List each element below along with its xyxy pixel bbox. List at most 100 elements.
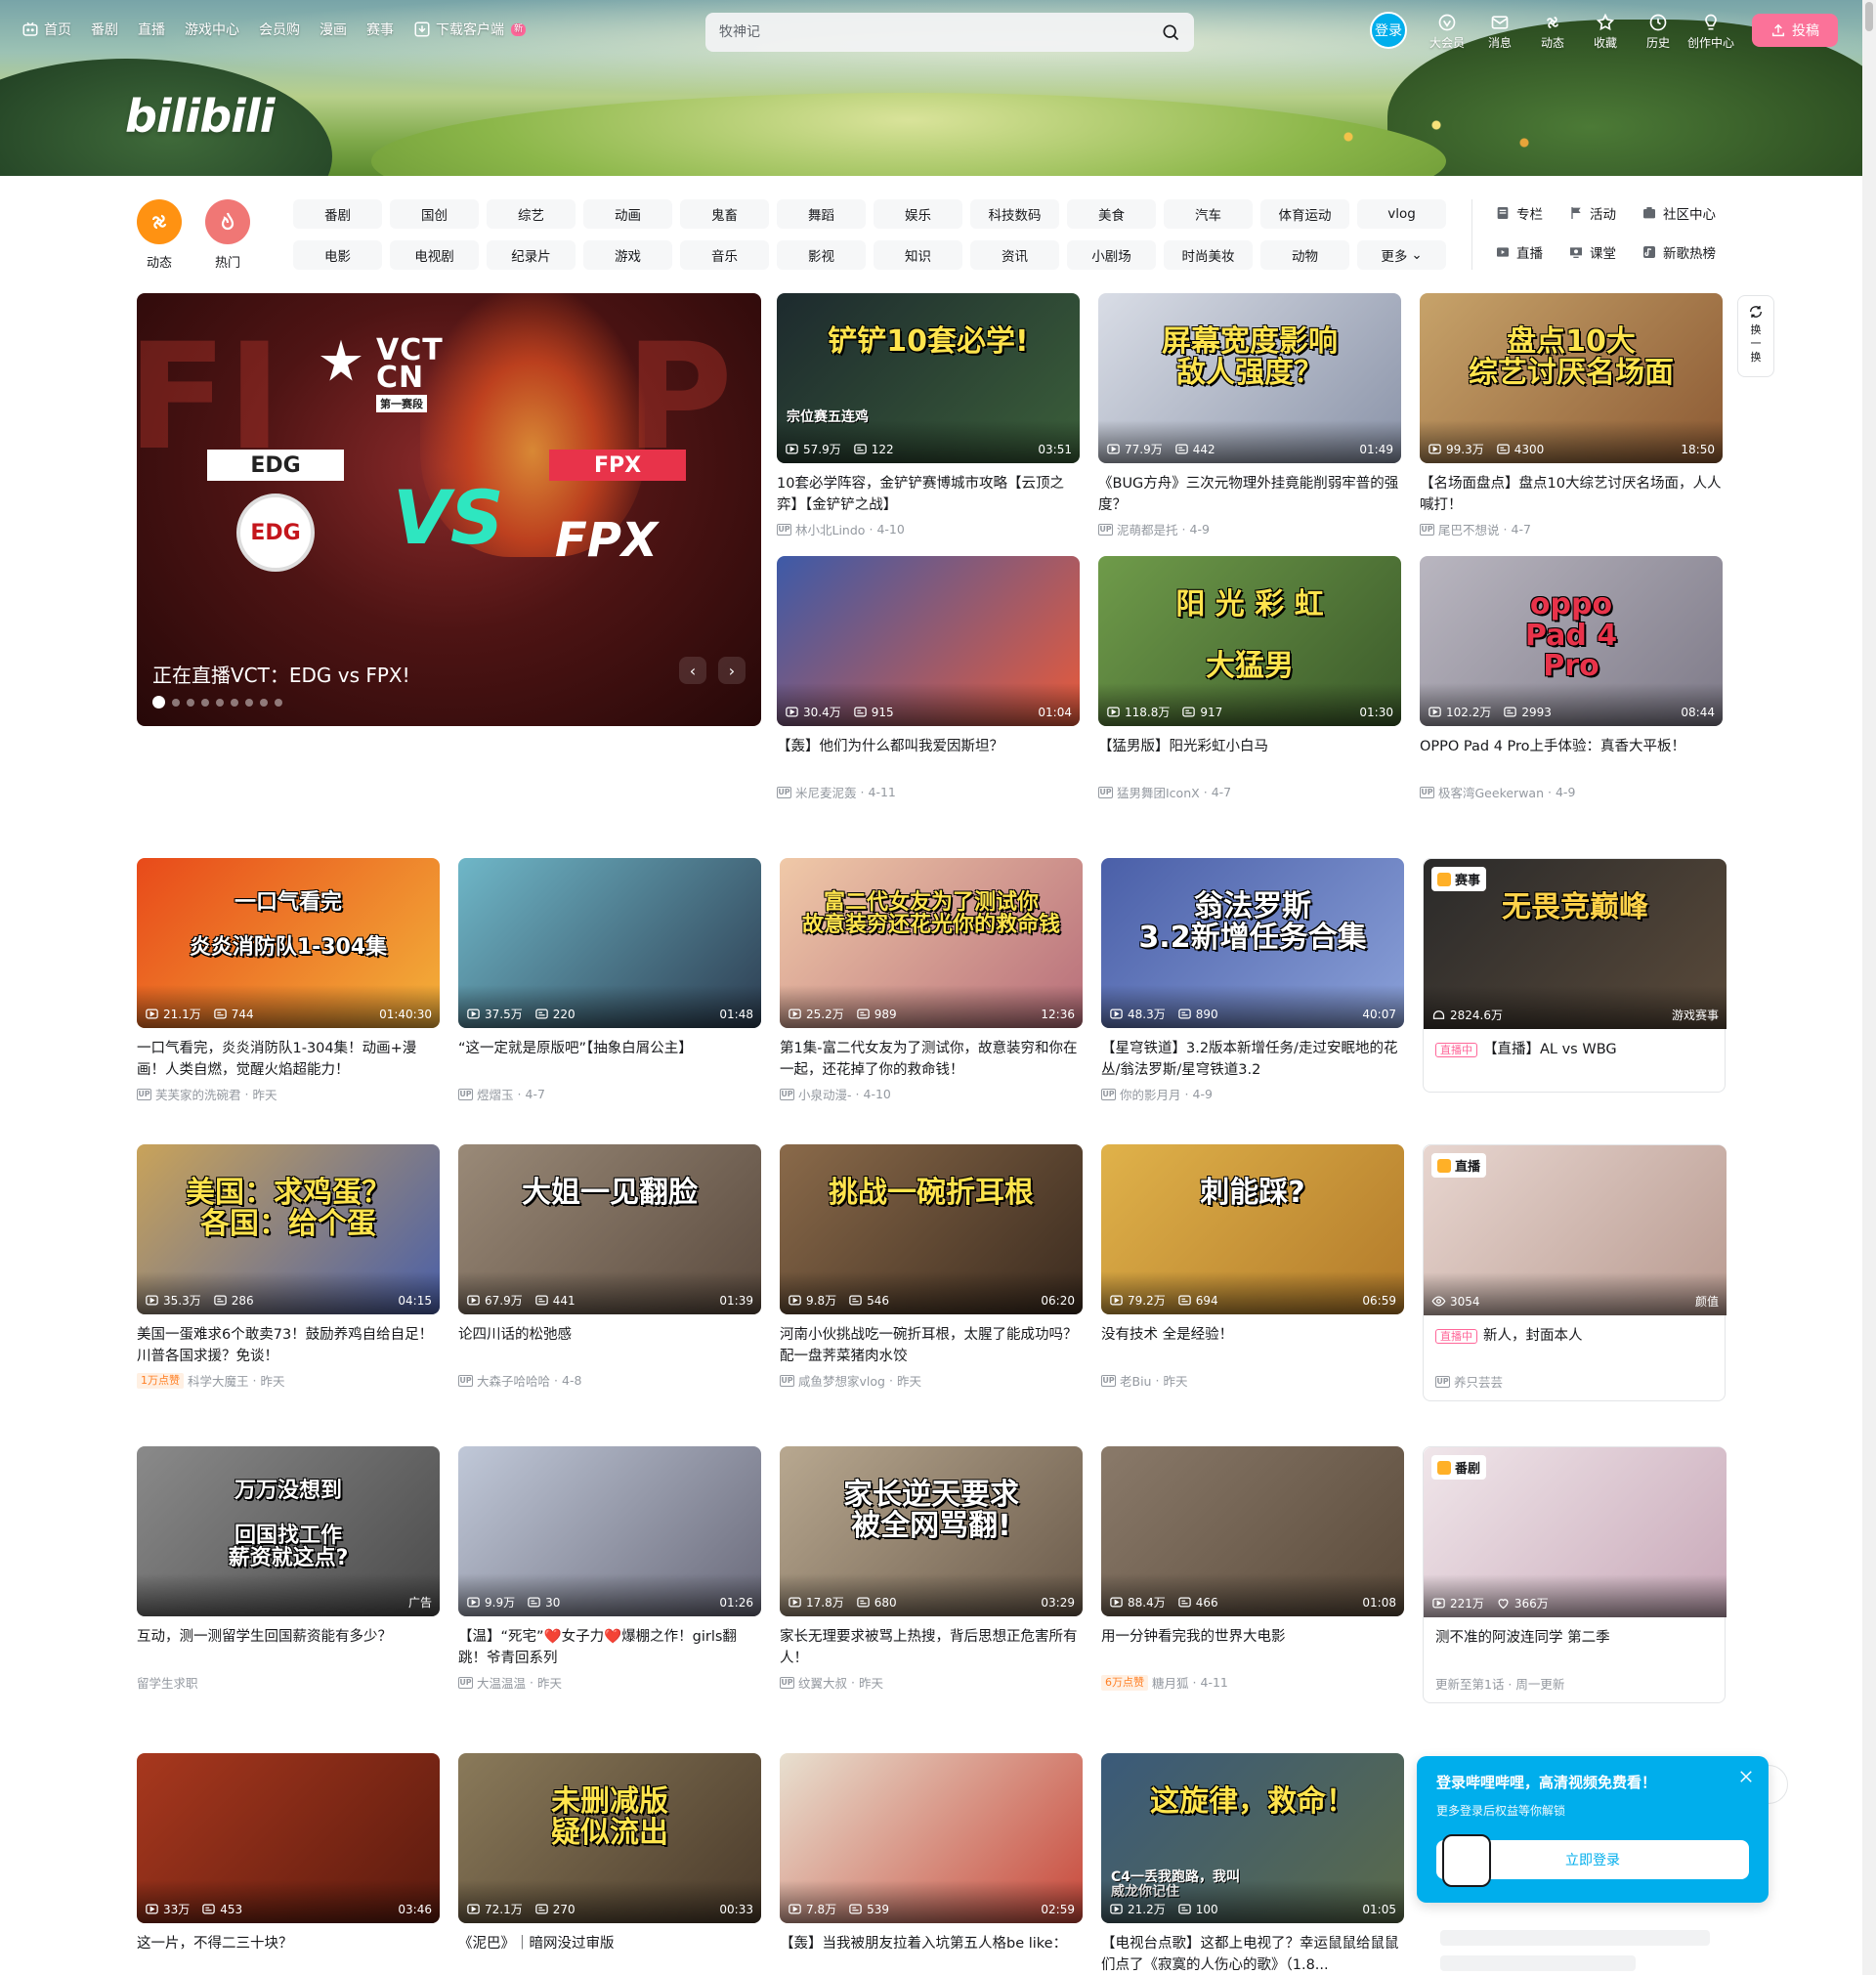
refresh-button[interactable]: 换一换	[1737, 295, 1774, 377]
video-thumbnail[interactable]: 刺能踩? 79.2万 694 06:59	[1101, 1144, 1404, 1314]
video-card[interactable]: 挑战一碗折耳根 9.8万 546 06:20 河南小伙挑战吃一碗折耳根，太腥了能成功吗？…	[780, 1144, 1083, 1390]
channel-item[interactable]: 舞蹈	[777, 199, 866, 229]
video-card[interactable]: 无畏竞巅峰 赛事 2824.6万 游戏赛事 直播中 【直播】AL vs WBG	[1423, 858, 1727, 1093]
video-thumbnail[interactable]: 30.4万 915 01:04	[777, 556, 1080, 726]
video-thumbnail[interactable]: 无畏竞巅峰 赛事 2824.6万 游戏赛事	[1424, 859, 1727, 1029]
video-title[interactable]: 河南小伙挑战吃一碗折耳根，太腥了能成功吗？配一盘荠菜猪肉水饺	[780, 1324, 1083, 1367]
uploader-name[interactable]: 芙芙家的洗碗君	[155, 1085, 241, 1103]
channel-item[interactable]: 动物	[1260, 240, 1349, 270]
carousel-title[interactable]: 正在直播VCT：EDG vs FPX!	[152, 660, 410, 688]
video-title[interactable]: 没有技术 全是经验！	[1101, 1324, 1404, 1367]
video-thumbnail[interactable]: 阳 光 彩 虹 大猛男 118.8万 917 01:30	[1098, 556, 1401, 726]
uploader-name[interactable]: 小泉动漫-	[798, 1085, 852, 1103]
channel-item[interactable]: 游戏	[583, 240, 672, 270]
upload-button[interactable]: 投稿	[1752, 14, 1838, 47]
video-card[interactable]: 翁法罗斯 3.2新增任务合集 48.3万 890 40:07 【星穹铁道】3.2版本新增…	[1101, 858, 1404, 1103]
video-thumbnail[interactable]: 一口气看完 炎炎消防队1-304集 21.1万 744 01:40:30	[137, 858, 440, 1028]
uploader-name[interactable]: 咸鱼梦想家vlog	[798, 1371, 885, 1390]
video-card[interactable]: 番剧 221万 366万 测不准的阿波连同学 第二季 更新至第1话 · 周一更新	[1423, 1446, 1727, 1703]
video-title[interactable]: “这一定就是原版吧”【抽象白屑公主】	[458, 1038, 761, 1081]
channel-item[interactable]: 动画	[583, 199, 672, 229]
video-card[interactable]: 这旋律，救命！C4一丢我跑路，我叫 威龙你记住21.2万10001:05【电视台…	[1101, 1753, 1404, 1975]
video-thumbnail[interactable]: 家长逆天要求 被全网骂翻! 17.8万 680 03:29	[780, 1446, 1083, 1616]
video-card[interactable]: 刺能踩? 79.2万 694 06:59 没有技术 全是经验！ UP 老Biu · 昨天	[1101, 1144, 1404, 1390]
uploader-name[interactable]: 大森子哈哈哈	[477, 1371, 550, 1390]
channel-item[interactable]: 纪录片	[487, 240, 576, 270]
carousel-dot[interactable]	[245, 698, 253, 707]
video-title[interactable]: 用一分钟看完我的世界大电影	[1101, 1626, 1404, 1669]
side-link-classroom[interactable]: 课堂	[1568, 242, 1616, 262]
page-scrollbar[interactable]	[1862, 0, 1876, 1975]
video-title[interactable]: 一口气看完，炎炎消防队1-304集！动画+漫画！人类自燃，觉醒火焰超能力！	[137, 1038, 440, 1081]
video-card[interactable]: 美国：求鸡蛋？ 各国：给个蛋 35.3万 286 04:15 美国一蛋难求6个敢卖73！…	[137, 1144, 440, 1390]
video-title[interactable]: 【温】“死宅”❤️女子力❤️爆棚之作！girls翻跳！爷青回系列	[458, 1626, 761, 1669]
video-title[interactable]: 【电视台点歌】这都上电视了？幸运鼠鼠给鼠鼠们点了《寂寞的人伤心的歌》（1.8..…	[1101, 1933, 1404, 1975]
video-card[interactable]: 万万没想到 回国找工作 薪资就这点? 广告 互动，测一测留学生回国薪资能有多少？ 留学…	[137, 1446, 440, 1692]
login-avatar-button[interactable]: 登录	[1370, 12, 1407, 49]
channel-item[interactable]: 娱乐	[874, 199, 962, 229]
video-thumbnail[interactable]: 33万 453 03:46	[137, 1753, 440, 1923]
video-card[interactable]: oppo Pad 4 Pro 102.2万 2993 08:44 OPPO Pad 4 …	[1420, 556, 1723, 801]
side-link-music-chart[interactable]: 新歌热榜	[1642, 242, 1716, 262]
video-title[interactable]: 【猛男版】阳光彩虹小白马	[1098, 736, 1401, 779]
carousel-next-button[interactable]: ›	[718, 657, 746, 684]
search-input[interactable]	[719, 24, 1161, 40]
carousel-dot[interactable]	[216, 698, 224, 707]
video-title[interactable]: 第1集-富二代女友为了测试你，故意装穷和你在一起，还花掉了你的救命钱！	[780, 1038, 1083, 1081]
rn-creator[interactable]: 创作中心	[1684, 10, 1737, 51]
carousel-prev-button[interactable]: ‹	[679, 657, 706, 684]
hero-carousel[interactable]: FI P VCT CN 第一赛段 EDG FPX EDG VS FPX 正在直播…	[137, 293, 761, 726]
uploader-name[interactable]: 你的影月月	[1120, 1085, 1181, 1103]
carousel-dot[interactable]	[152, 696, 165, 708]
carousel-dot[interactable]	[231, 698, 238, 707]
nav-download[interactable]: 下载客户端 新	[413, 20, 527, 39]
video-thumbnail[interactable]: 美国：求鸡蛋？ 各国：给个蛋 35.3万 286 04:15	[137, 1144, 440, 1314]
channel-item[interactable]: vlog	[1357, 199, 1446, 229]
channel-item[interactable]: 知识	[874, 240, 962, 270]
video-title[interactable]: 【星穹铁道】3.2版本新增任务/走过安眠地的花丛/翁法罗斯/星穹铁道3.2	[1101, 1038, 1404, 1081]
advertiser-name[interactable]: 留学生求职	[137, 1673, 198, 1692]
channel-item[interactable]: 时尚美妆	[1164, 240, 1253, 270]
uploader-name[interactable]: 尾巴不想说	[1438, 520, 1500, 538]
video-title[interactable]: 【轰】他们为什么都叫我爱因斯坦？	[777, 736, 1080, 779]
video-thumbnail[interactable]: 直播 3054 颜值	[1424, 1145, 1727, 1315]
channel-item[interactable]: 鬼畜	[680, 199, 769, 229]
video-card[interactable]: 未删减版 疑似流出 72.1万 270 00:33 《泥巴》｜暗网没过审版	[458, 1753, 761, 1975]
video-thumbnail[interactable]: 7.8万 539 02:59	[780, 1753, 1083, 1923]
uploader-name[interactable]: 泥萌都是托	[1117, 520, 1178, 538]
uploader-name[interactable]: 老Biu	[1120, 1371, 1151, 1390]
nav-bangumi[interactable]: 番剧	[91, 20, 118, 39]
bilibili-logo[interactable]: bilibili	[125, 90, 275, 143]
video-card[interactable]: 富二代女友为了测试你 故意装穷还花光你的救命钱 25.2万 989 12:36 第1集-…	[780, 858, 1083, 1103]
channel-item[interactable]: 音乐	[680, 240, 769, 270]
video-thumbnail[interactable]: 挑战一碗折耳根 9.8万 546 06:20	[780, 1144, 1083, 1314]
channel-item[interactable]: 资讯	[970, 240, 1059, 270]
video-thumbnail[interactable]: 富二代女友为了测试你 故意装穷还花光你的救命钱 25.2万 989 12:36	[780, 858, 1083, 1028]
carousel-dot[interactable]	[275, 698, 282, 707]
video-thumbnail[interactable]: 未删减版 疑似流出 72.1万 270 00:33	[458, 1753, 761, 1923]
side-link-column[interactable]: 专栏	[1495, 203, 1543, 223]
uploader-name[interactable]: 养只芸芸	[1454, 1372, 1503, 1391]
channel-item[interactable]: 国创	[390, 199, 479, 229]
video-thumbnail[interactable]: 番剧 221万 366万	[1424, 1447, 1727, 1617]
carousel-dot[interactable]	[172, 698, 180, 707]
side-link-live[interactable]: 直播	[1495, 242, 1543, 262]
video-card[interactable]: 9.9万 30 01:26 【温】“死宅”❤️女子力❤️爆棚之作！girls翻跳！爷青…	[458, 1446, 761, 1692]
video-card[interactable]: 阳 光 彩 虹 大猛男 118.8万 917 01:30 【猛男版】阳光彩虹小白马 UP 猛…	[1098, 556, 1401, 801]
uploader-name[interactable]: 米尼麦泥轰	[795, 783, 857, 801]
uploader-name[interactable]: 极客湾Geekerwan	[1438, 783, 1544, 801]
channel-item[interactable]: 电影	[293, 240, 382, 270]
channel-item[interactable]: 体育运动	[1260, 199, 1349, 229]
channel-item[interactable]: 综艺	[487, 199, 576, 229]
video-thumbnail[interactable]: 屏幕宽度影响 敌人强度？ 77.9万 442 01:49	[1098, 293, 1401, 463]
uploader-name[interactable]: 煜熠玉	[477, 1085, 514, 1103]
channel-dynamic[interactable]: 动态	[137, 199, 182, 271]
uploader-name[interactable]: 糖月狐	[1152, 1673, 1189, 1692]
uploader-name[interactable]: 纹翼大叔	[798, 1673, 847, 1692]
search-bar[interactable]	[705, 13, 1194, 52]
video-card[interactable]: 家长逆天要求 被全网骂翻! 17.8万 680 03:29 家长无理要求被骂上热搜，背后…	[780, 1446, 1083, 1692]
video-title[interactable]: 《BUG方舟》三次元物理外挂竟能削弱牢普的强度？	[1098, 473, 1401, 516]
channel-item[interactable]: 更多 ⌄	[1357, 240, 1446, 270]
video-title[interactable]: 家长无理要求被骂上热搜，背后思想正危害所有人！	[780, 1626, 1083, 1669]
nav-manga[interactable]: 漫画	[320, 20, 347, 39]
